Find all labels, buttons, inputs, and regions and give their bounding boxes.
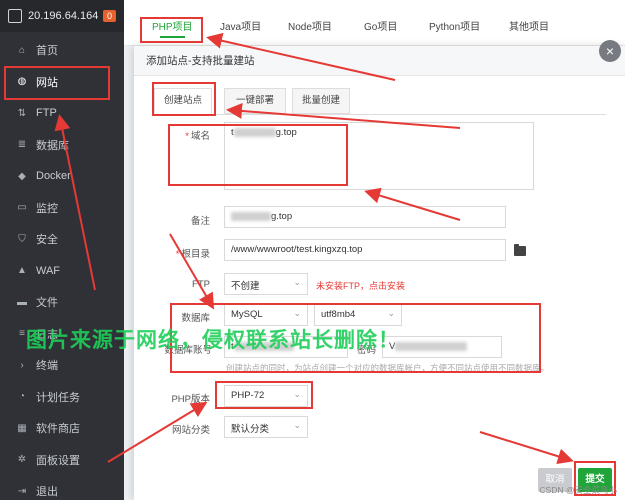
sidebar-item-5[interactable]: ▭ 监控 — [0, 194, 124, 222]
category-select[interactable]: 默认分类 ⌄ — [224, 416, 308, 438]
ftp-label: FTP — [192, 279, 210, 290]
ftp-select[interactable]: 不创建 ⌄ — [224, 273, 308, 295]
sidebar-item-label: 面板设置 — [36, 454, 80, 467]
tab-php[interactable]: PHP项目 — [152, 18, 193, 38]
modal-title: 添加站点-支持批量建站 — [134, 46, 625, 76]
sidebar-item-3[interactable]: ≣ 数据库 — [0, 131, 124, 159]
chevron-down-icon: ⌄ — [293, 420, 301, 430]
subtab-create-site[interactable]: 创建站点 — [154, 88, 212, 114]
subtab-one-click-deploy[interactable]: 一键部署 — [224, 88, 286, 114]
sidebar-item-7[interactable]: ▲ WAF — [0, 257, 124, 285]
monitor-icon: ▭ — [17, 202, 27, 213]
database-type-select[interactable]: MySQL ⌄ — [224, 304, 308, 326]
sidebar-item-label: 网站 — [36, 76, 58, 89]
server-ip: 20.196.64.164 — [28, 10, 99, 22]
tab-other[interactable]: 其他项目 — [509, 18, 549, 33]
database-icon: ≣ — [17, 139, 27, 150]
database-charset-select[interactable]: utf8mb4 ⌄ — [314, 304, 402, 326]
category-label: 网站分类 — [171, 425, 210, 436]
chevron-down-icon: ⌄ — [293, 389, 301, 399]
chevron-down-icon: ⌄ — [293, 277, 301, 287]
sidebar-item-14[interactable]: ⇥ 退出 — [0, 477, 124, 500]
close-button[interactable]: × — [599, 40, 621, 62]
remark-label: 备注 — [190, 216, 210, 227]
db-hint: 创建站点的同时，为站点创建一个对应的数据库帐户，方便不同站点使用不同数据库。 — [226, 363, 550, 373]
sidebar-item-label: 监控 — [36, 202, 58, 215]
sidebar-item-8[interactable]: ▬ 文件 — [0, 288, 124, 316]
sidebar-item-label: 数据库 — [36, 139, 69, 152]
sidebar-item-label: 计划任务 — [36, 391, 80, 404]
ftp-icon: ⇅ — [17, 107, 27, 119]
root-label: * 根目录 — [175, 249, 210, 260]
database-label: 数据库 — [181, 313, 210, 324]
home-icon: ⌂ — [18, 44, 26, 56]
globe-icon: ◍ — [17, 76, 27, 87]
waf-icon: ▲ — [17, 265, 27, 276]
php-version-label: PHP版本 — [171, 394, 210, 405]
sidebar-item-1[interactable]: ◍ 网站 — [0, 68, 124, 96]
notification-badge[interactable]: 0 — [102, 10, 116, 22]
clock-icon: ◔ — [18, 391, 26, 402]
sidebar-item-label: 安全 — [36, 234, 58, 246]
project-tabs-bar: PHP项目 Java项目 Node项目 Go项目 Python项目 其他项目 — [124, 0, 625, 46]
tab-go[interactable]: Go项目 — [364, 18, 397, 33]
domain-textarea[interactable]: t g.top — [224, 122, 534, 190]
sidebar-item-0[interactable]: ⌂ 首页 — [0, 36, 124, 64]
ftp-install-link[interactable]: 未安装FTP，点击安装 — [316, 279, 405, 292]
sidebar-item-12[interactable]: ▦ 软件商店 — [0, 414, 124, 442]
logout-icon: ⇥ — [17, 485, 27, 497]
sidebar-item-label: 首页 — [36, 45, 58, 57]
remark-input[interactable]: g.top — [224, 206, 506, 228]
tab-python[interactable]: Python项目 — [429, 18, 480, 33]
sidebar-item-label: 文件 — [36, 297, 58, 309]
sidebar-item-13[interactable]: ✲ 面板设置 — [0, 446, 124, 474]
sidebar-item-label: 软件商店 — [36, 423, 80, 435]
domain-label: * 域名 — [185, 131, 210, 142]
chevron-down-icon: ⌄ — [387, 308, 395, 318]
sidebar-item-label: Docker — [36, 170, 71, 182]
tab-java[interactable]: Java项目 — [220, 18, 261, 33]
folder-icon: ▬ — [17, 296, 27, 308]
subtab-divider — [154, 114, 606, 115]
add-site-modal: 添加站点-支持批量建站 × 创建站点 一键部署 批量创建 * 域名 t g.top … — [134, 40, 625, 500]
sidebar-item-6[interactable]: ⛉ 安全 — [0, 225, 124, 253]
sidebar-item-10[interactable]: › 终端 — [0, 351, 124, 379]
docker-icon: ◆ — [18, 170, 26, 182]
shield-icon: ⛉ — [18, 233, 26, 245]
root-dir-input[interactable]: /www/wwwroot/test.kingxzq.top — [224, 239, 506, 261]
subtab-batch-create[interactable]: 批量创建 — [292, 88, 350, 114]
tab-node[interactable]: Node项目 — [288, 18, 332, 33]
watermark: 图片来源于网络，侵权联系站长删除！ — [26, 329, 400, 352]
sidebar-item-4[interactable]: ◆ Docker — [0, 162, 124, 190]
sidebar: 20.196.64.164 0 ⌂ 首页 ◍ 网站 ⇅ FTP ≣ 数据库 ◆ Docker ▭ 监控… — [0, 0, 124, 500]
php-version-select[interactable]: PHP-72 ⌄ — [224, 385, 308, 407]
server-header: 20.196.64.164 0 — [0, 0, 124, 32]
sidebar-item-2[interactable]: ⇅ FTP — [0, 99, 124, 127]
chevron-down-icon: ⌄ — [293, 308, 301, 318]
terminal-icon: › — [20, 359, 24, 371]
store-icon: ▦ — [17, 422, 27, 434]
sidebar-item-label: FTP — [36, 107, 57, 119]
sidebar-item-label: 终端 — [36, 360, 58, 372]
db-password-input[interactable]: V — [382, 336, 502, 358]
folder-browse-icon[interactable] — [514, 244, 526, 256]
server-icon — [8, 9, 22, 23]
sidebar-item-11[interactable]: ◔ 计划任务 — [0, 383, 124, 411]
gear-icon: ✲ — [17, 454, 27, 465]
sidebar-item-label: WAF — [36, 264, 61, 277]
csdn-credit: CSDN @安全菜鸟小 — [539, 485, 617, 495]
sidebar-item-label: 退出 — [36, 486, 58, 498]
